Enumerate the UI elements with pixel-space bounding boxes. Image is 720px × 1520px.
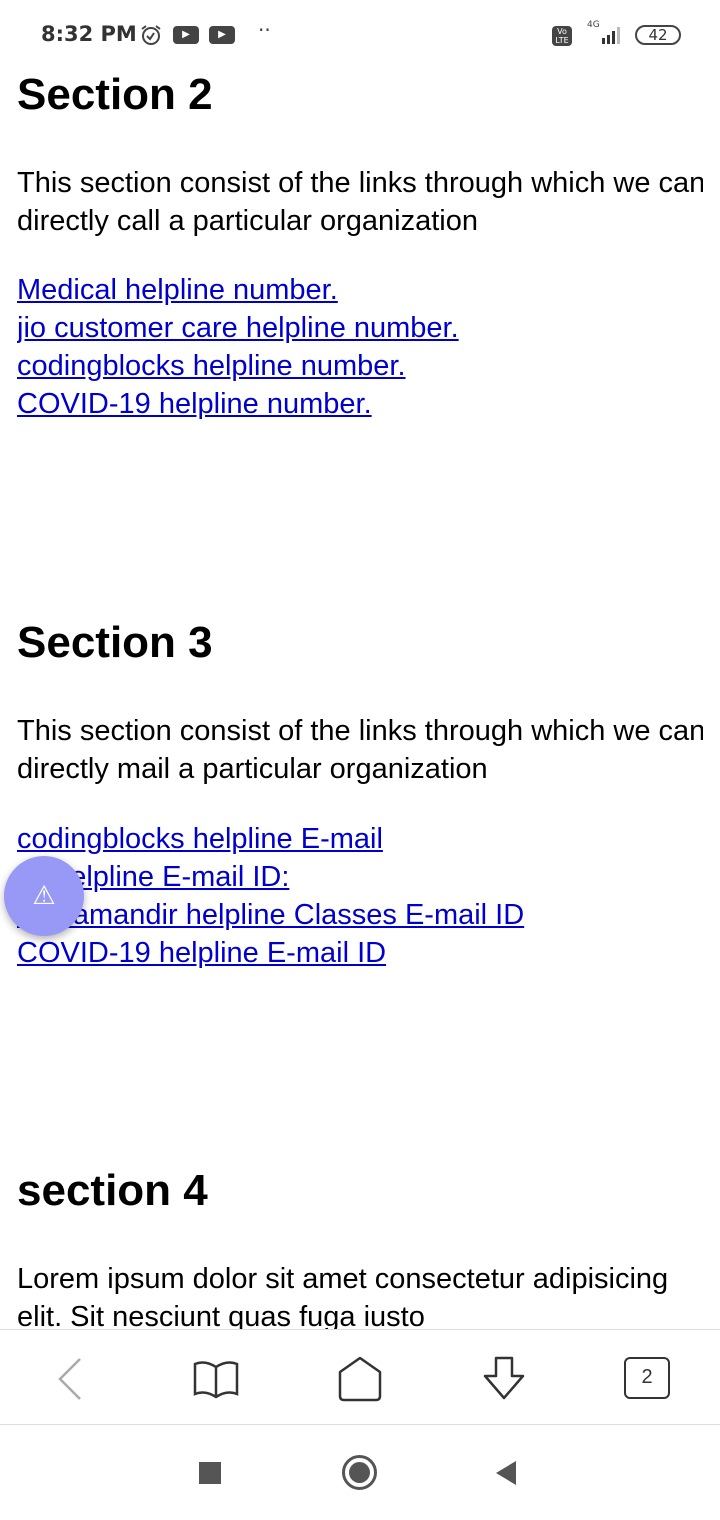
home-icon[interactable]: [335, 1354, 385, 1404]
link-covid-helpline[interactable]: COVID-19 helpline number.: [17, 385, 459, 423]
status-time: 8:32 PM: [41, 22, 137, 46]
youtube-icon: ▶: [209, 26, 235, 44]
status-bar: 8:32 PM ▶ ▶ ·· Vo LTE 4G 42: [0, 0, 720, 62]
back-icon[interactable]: [46, 1354, 96, 1404]
home-nav-icon[interactable]: [342, 1455, 377, 1490]
more-notifications-icon: ··: [258, 18, 271, 42]
section-2-title: Section 2: [17, 70, 213, 119]
page-content: Section 2 This section consist of the li…: [17, 62, 703, 1329]
section-4-description: Lorem ipsum dolor sit amet consectetur a…: [17, 1263, 669, 1329]
battery-indicator: 42: [635, 25, 681, 45]
link-jio-helpline[interactable]: jio customer care helpline number.: [17, 309, 459, 347]
link-codingblocks-helpline[interactable]: codingblocks helpline number.: [17, 347, 459, 385]
reading-mode-icon[interactable]: [191, 1354, 241, 1404]
warning-fab-button[interactable]: ⚠: [4, 856, 84, 936]
section-4-title: section 4: [17, 1166, 208, 1215]
back-nav-icon[interactable]: [494, 1460, 518, 1486]
download-icon[interactable]: [479, 1354, 529, 1404]
section-2-description: This section consist of the links throug…: [17, 167, 703, 237]
link-jio-email[interactable]: jio helpline E-mail ID:: [17, 858, 524, 896]
alarm-icon: [141, 25, 161, 45]
warning-icon: ⚠: [32, 880, 56, 910]
volte-icon: Vo LTE: [552, 26, 572, 46]
section-3-title: Section 3: [17, 618, 213, 667]
system-nav-bar: [0, 1425, 720, 1520]
section-3-description: This section consist of the links throug…: [17, 715, 703, 785]
browser-toolbar: 2: [0, 1329, 720, 1425]
section-3-links: codingblocks helpline E-mail jio helplin…: [17, 820, 524, 972]
signal-icon: [602, 27, 620, 44]
link-codingblocks-email[interactable]: codingblocks helpline E-mail: [17, 820, 524, 858]
link-medical-helpline[interactable]: Medical helpline number.: [17, 271, 459, 309]
recents-icon[interactable]: [199, 1462, 221, 1484]
link-vidyamandir-email[interactable]: Vidyamandir helpline Classes E-mail ID: [17, 896, 524, 934]
tabs-button[interactable]: 2: [624, 1357, 670, 1399]
link-covid-email[interactable]: COVID-19 helpline E-mail ID: [17, 934, 524, 972]
youtube-icon: ▶: [173, 26, 199, 44]
section-2-links: Medical helpline number. jio customer ca…: [17, 271, 459, 423]
